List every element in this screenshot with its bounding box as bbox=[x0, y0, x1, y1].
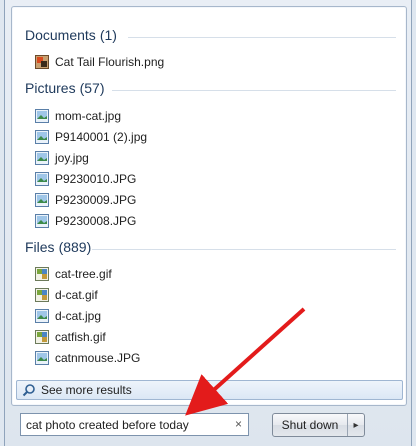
shutdown-button[interactable]: Shut down bbox=[273, 414, 347, 436]
shutdown-options-button[interactable]: ▸ bbox=[347, 414, 364, 436]
search-results-panel: Documents (1) Cat Tail Flourish.png Pict… bbox=[11, 6, 407, 406]
result-item[interactable]: d-cat.gif bbox=[35, 285, 98, 305]
result-label: mom-cat.jpg bbox=[55, 109, 122, 123]
see-more-label: See more results bbox=[41, 383, 132, 397]
result-item[interactable]: joy.jpg bbox=[35, 148, 89, 168]
result-item[interactable]: P9230010.JPG bbox=[35, 169, 136, 189]
clear-search-icon[interactable]: × bbox=[235, 417, 242, 432]
jpg-image-icon bbox=[35, 309, 49, 323]
result-label: Cat Tail Flourish.png bbox=[55, 55, 165, 69]
shutdown-button-group: Shut down ▸ bbox=[272, 413, 365, 437]
jpg-image-icon bbox=[35, 109, 49, 123]
jpg-image-icon bbox=[35, 172, 49, 186]
group-name: Documents bbox=[25, 27, 96, 43]
gif-image-icon bbox=[35, 330, 49, 344]
jpg-image-icon bbox=[35, 351, 49, 365]
result-item[interactable]: P9230008.JPG bbox=[35, 211, 136, 231]
divider bbox=[128, 37, 396, 38]
group-header-pictures[interactable]: Pictures (57) bbox=[25, 80, 104, 96]
result-item[interactable]: mom-cat.jpg bbox=[35, 106, 121, 126]
group-count: (889) bbox=[58, 239, 92, 255]
result-label: cat-tree.gif bbox=[55, 267, 112, 281]
result-label: catnmouse.JPG bbox=[55, 351, 141, 365]
jpg-image-icon bbox=[35, 151, 49, 165]
result-label: joy.jpg bbox=[55, 151, 89, 165]
result-item[interactable]: catfish.gif bbox=[35, 327, 106, 347]
search-icon bbox=[22, 383, 36, 397]
result-item[interactable]: Cat Tail Flourish.png bbox=[35, 52, 164, 72]
group-count: (57) bbox=[79, 80, 105, 96]
result-label: d-cat.jpg bbox=[55, 309, 102, 323]
result-label: P9230010.JPG bbox=[55, 172, 137, 186]
divider bbox=[112, 90, 396, 91]
search-input[interactable] bbox=[26, 417, 226, 432]
result-label: d-cat.gif bbox=[55, 288, 98, 302]
group-header-files[interactable]: Files (889) bbox=[25, 239, 91, 255]
jpg-image-icon bbox=[35, 214, 49, 228]
result-item[interactable]: cat-tree.gif bbox=[35, 264, 112, 284]
group-header-documents[interactable]: Documents (1) bbox=[25, 27, 117, 43]
result-item[interactable]: d-cat.jpg bbox=[35, 306, 101, 326]
result-item[interactable]: P9140001 (2).jpg bbox=[35, 127, 147, 147]
result-item[interactable]: P9230009.JPG bbox=[35, 190, 136, 210]
jpg-image-icon bbox=[35, 130, 49, 144]
search-box[interactable]: × bbox=[20, 413, 249, 436]
group-count: (1) bbox=[99, 27, 117, 43]
group-name: Pictures bbox=[25, 80, 76, 96]
start-menu: Documents (1) Cat Tail Flourish.png Pict… bbox=[4, 0, 412, 446]
result-label: P9230009.JPG bbox=[55, 193, 137, 207]
result-item[interactable]: catnmouse.JPG bbox=[35, 348, 140, 368]
result-label: P9140001 (2).jpg bbox=[55, 130, 148, 144]
result-label: catfish.gif bbox=[55, 330, 106, 344]
gif-image-icon bbox=[35, 288, 49, 302]
result-label: P9230008.JPG bbox=[55, 214, 137, 228]
divider bbox=[92, 249, 396, 250]
group-name: Files bbox=[25, 239, 55, 255]
png-image-icon bbox=[35, 55, 49, 69]
gif-image-icon bbox=[35, 267, 49, 281]
jpg-image-icon bbox=[35, 193, 49, 207]
chevron-right-icon: ▸ bbox=[353, 419, 359, 431]
see-more-results-button[interactable]: See more results bbox=[16, 380, 403, 400]
